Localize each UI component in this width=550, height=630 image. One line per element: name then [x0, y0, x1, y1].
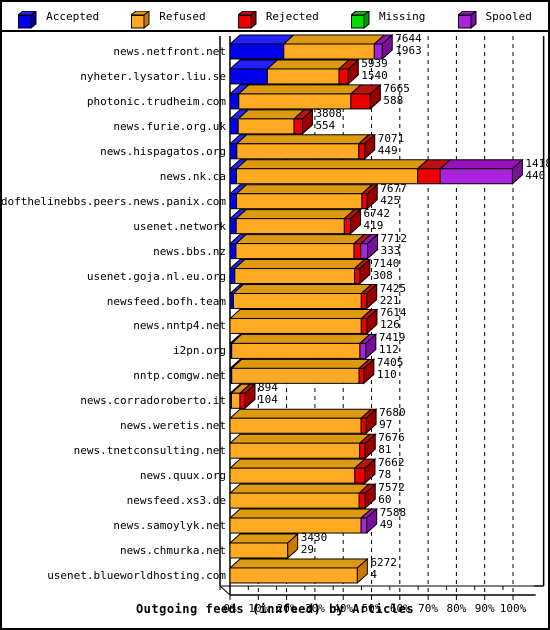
chart-container: Accepted Refused Rejected Missing Spooled ne…: [0, 0, 550, 630]
legend-swatch-icon: [129, 9, 151, 30]
legend-label: Rejected: [265, 9, 319, 23]
legend-label: Missing: [378, 9, 426, 23]
legend-item-refused: Refused: [129, 8, 206, 30]
legend-item-missing: Missing: [349, 8, 426, 30]
legend-swatch-icon: [349, 9, 371, 30]
legend-swatch-icon: [236, 9, 258, 30]
legend-swatch-icon: [456, 9, 477, 30]
legend-label: Spooled: [485, 9, 532, 23]
legend-item-rejected: Rejected: [236, 8, 319, 30]
legend-item-spooled: Spooled: [456, 8, 532, 30]
plot-area: news.netfront.net nyheter.lysator.liu.se p…: [0, 32, 550, 628]
legend-swatch-icon: [16, 9, 38, 30]
chart-legend: Accepted Refused Rejected Missing Spooled: [2, 2, 548, 32]
legend-label: Accepted: [46, 9, 100, 23]
x-axis-tick-labels: 0% 10% 20% 30% 40% 50% 60% 70% 80% 90% 100%: [2, 32, 548, 628]
chart-title: Outgoing feeds (innfeed) by Articles: [135, 602, 415, 616]
legend-label: Refused: [159, 9, 206, 23]
legend-item-accepted: Accepted: [16, 8, 100, 30]
